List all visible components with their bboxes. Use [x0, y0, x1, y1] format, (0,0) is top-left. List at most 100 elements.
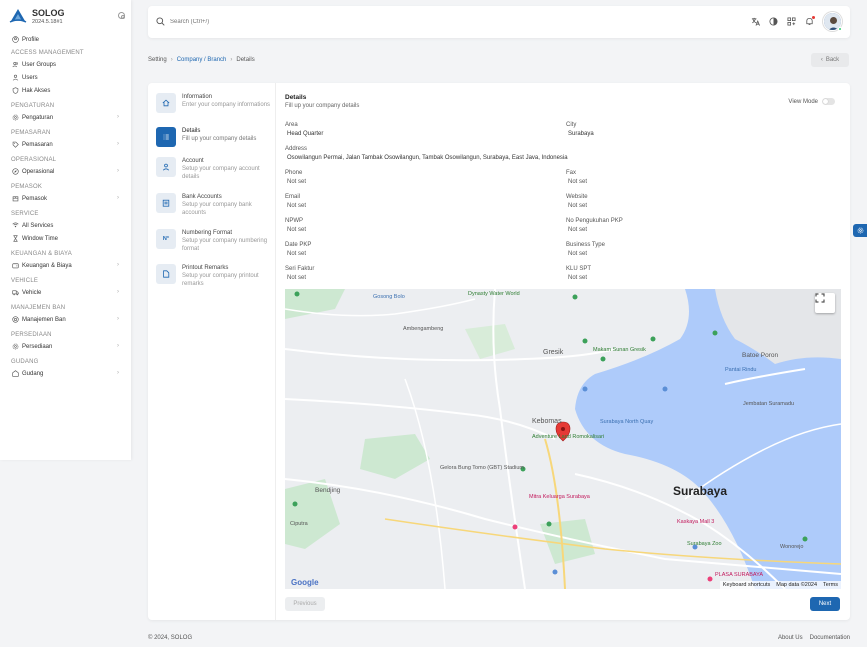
step-desc: Setup your company account details: [182, 166, 260, 180]
step-desc: Setup your company printout remarks: [182, 273, 259, 287]
brand[interactable]: SOLOG 2024.5.18#1: [0, 0, 131, 32]
sidebar-item-window-time[interactable]: Window Time: [0, 232, 131, 245]
field-fax: Fax Not set: [566, 169, 587, 186]
field-value: Surabaya: [568, 131, 594, 137]
keyboard-shortcuts-link[interactable]: Keyboard shortcuts: [720, 581, 773, 589]
sidebar-item-manajemen-ban[interactable]: Manajemen Ban ›: [0, 313, 131, 326]
user-circle-icon: [12, 36, 19, 43]
step-title: Printout Remarks: [182, 265, 229, 271]
map-fullscreen-button[interactable]: [815, 293, 835, 313]
field-value: Not set: [568, 275, 588, 281]
top-icons: [751, 16, 815, 26]
documentation-link[interactable]: Documentation: [810, 635, 850, 641]
map-label: Adventure Land Romokalisari: [532, 434, 605, 440]
sidebar-item-profile[interactable]: Profile: [0, 33, 131, 46]
map-data-text: Map data ©2024: [776, 582, 818, 588]
sidebar-item-pemasok[interactable]: Pemasok ›: [0, 192, 131, 205]
step-account[interactable]: Account Setup your company account detai…: [156, 157, 274, 181]
field-label: Email: [285, 194, 301, 200]
sidebar-item-label: Pengaturan: [22, 114, 54, 121]
breadcrumb-root[interactable]: Setting: [148, 57, 167, 63]
search-input[interactable]: [170, 17, 370, 27]
field-date-pkp: Date PKP Not set: [285, 241, 311, 258]
nav-section-title: PEMASOK: [11, 184, 43, 190]
nav-section-title: PEMASARAN: [11, 130, 51, 136]
sidebar-item-operasional[interactable]: Operasional ›: [0, 165, 131, 178]
brand-version: 2024.5.18#1: [32, 18, 63, 25]
map-label: Surabaya North Quay: [600, 419, 654, 425]
sidebar-item-label: Persediaan: [22, 343, 53, 350]
footer-links: About Us Documentation: [778, 635, 850, 641]
field-value: Not set: [287, 227, 307, 233]
breadcrumb-current: Details: [236, 57, 255, 63]
sidebar-item-label: Operasional: [22, 168, 55, 175]
sidebar-item-pemasaran[interactable]: Pemasaran ›: [0, 138, 131, 151]
step-desc: Setup your company bank accounts: [182, 202, 252, 216]
breadcrumb: Setting › Company / Branch › Details: [148, 57, 255, 63]
tag-icon: [12, 141, 19, 148]
field-label: Fax: [566, 170, 577, 176]
about-us-link[interactable]: About Us: [778, 635, 803, 641]
view-mode-switch[interactable]: View Mode: [788, 98, 835, 105]
map-label: Gresik: [543, 349, 564, 356]
map-label: Surabaya: [673, 484, 728, 498]
location-map[interactable]: Dynasty Water World Gosong Bolo Ambengam…: [285, 289, 841, 589]
map-label: Batoe Poron: [742, 352, 779, 359]
previous-button[interactable]: Previous: [285, 597, 325, 611]
step-details[interactable]: Details Fill up your company details: [156, 127, 274, 147]
customizer-button[interactable]: [853, 224, 867, 237]
wizard-stepper: Information Enter your company informati…: [148, 83, 276, 620]
field-seri-faktur: Seri Faktur Not set: [285, 265, 314, 282]
field-label: City: [566, 122, 577, 128]
step-desc: Fill up your company details: [182, 136, 257, 142]
sidebar-nav: ACCESS MANAGEMENT User Groups Users Hak …: [0, 48, 131, 380]
sidebar-item-user-groups[interactable]: User Groups: [0, 58, 131, 71]
translate-icon[interactable]: [751, 16, 760, 26]
section-title: Details: [285, 94, 307, 101]
step-bank-accounts[interactable]: Bank Accounts Setup your company bank ac…: [156, 193, 274, 217]
sidebar-item-persediaan[interactable]: Persediaan ›: [0, 340, 131, 353]
step-printout-remarks[interactable]: Printout Remarks Setup your company prin…: [156, 264, 274, 288]
brand-name: SOLOG: [32, 7, 65, 18]
sidebar-item-keuangan[interactable]: Keuangan & Biaya ›: [0, 259, 131, 272]
step-information[interactable]: Information Enter your company informati…: [156, 93, 274, 113]
field-value: Not set: [287, 203, 307, 209]
apps-grid-icon[interactable]: [787, 16, 796, 26]
field-business-type: Business Type Not set: [566, 241, 605, 258]
field-value: Not set: [568, 179, 588, 185]
file-icon: [156, 264, 176, 284]
breadcrumb-parent[interactable]: Company / Branch: [177, 57, 227, 63]
sidebar-item-hak-akses[interactable]: Hak Akses: [0, 84, 131, 97]
next-button[interactable]: Next: [810, 597, 840, 611]
view-mode-toggle[interactable]: [822, 98, 835, 105]
sidebar-collapse-icon[interactable]: [118, 12, 125, 19]
field-label: Phone: [285, 170, 303, 176]
nav-section-title: GUDANG: [11, 359, 39, 365]
step-numbering-format[interactable]: N° Numbering Format Setup your company n…: [156, 229, 274, 253]
sidebar-item-users[interactable]: Users: [0, 71, 131, 84]
nav-section-title: VEHICLE: [11, 278, 39, 284]
bell-icon[interactable]: [805, 16, 815, 26]
field-email: Email Not set: [285, 193, 306, 210]
chevron-right-icon: ›: [117, 289, 119, 295]
map-label: Dynasty Water World: [468, 291, 520, 297]
sidebar-item-vehicle[interactable]: Vehicle ›: [0, 286, 131, 299]
step-title: Bank Accounts: [182, 194, 222, 200]
list-details-icon: [156, 127, 176, 147]
field-area: Area Head Quarter: [285, 121, 323, 138]
map-label: Makam Sunan Gresik: [593, 347, 646, 353]
sidebar-item-all-services[interactable]: All Services: [0, 219, 131, 232]
terms-link[interactable]: Terms: [820, 581, 841, 589]
back-button[interactable]: ‹ Back: [811, 53, 849, 67]
top-navbar: [148, 6, 850, 38]
nav-section-title: SERVICE: [11, 211, 39, 217]
sidebar-item-gudang[interactable]: Gudang ›: [0, 367, 131, 380]
fullscreen-icon: [815, 293, 825, 303]
map-label: Ambengambeng: [403, 326, 444, 332]
sidebar-item-pengaturan[interactable]: Pengaturan ›: [0, 111, 131, 124]
map-label: PLASA SURABAYA: [715, 572, 764, 578]
field-value: Not set: [287, 179, 307, 185]
search-icon[interactable]: [156, 17, 165, 26]
user-icon: [156, 157, 176, 177]
theme-toggle-icon[interactable]: [769, 16, 778, 26]
